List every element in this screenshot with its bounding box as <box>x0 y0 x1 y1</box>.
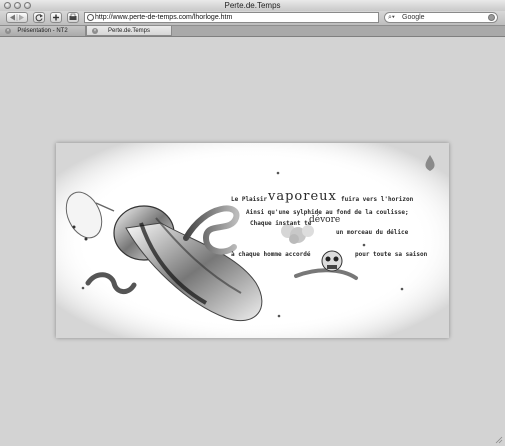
tab-label: Présentation - NT2 <box>17 28 68 34</box>
forward-arrow-icon <box>19 14 24 21</box>
browser-toolbar: http://www.perte-de-temps.com/lhorloge.h… <box>0 11 505 26</box>
back-forward-control <box>6 12 28 23</box>
reload-icon <box>35 14 43 22</box>
reload-button[interactable] <box>33 12 45 23</box>
printer-icon <box>69 13 77 20</box>
poem-line-1a: Le Plaisir <box>231 196 268 203</box>
search-placeholder: Google <box>402 14 425 21</box>
close-tab-icon[interactable]: × <box>92 28 98 34</box>
poem-word-devore: dévore <box>309 215 341 225</box>
site-favicon-icon <box>87 14 94 21</box>
print-button[interactable] <box>67 12 79 23</box>
back-arrow-icon[interactable] <box>7 13 27 22</box>
artwork-card: Le Plaisir vaporeux fuira vers l'horizon… <box>56 143 449 338</box>
page-viewport: Le Plaisir vaporeux fuira vers l'horizon… <box>0 37 505 446</box>
tab-label: Perte.de.Temps <box>107 28 151 34</box>
plus-icon <box>53 14 59 21</box>
poem-line-5b: pour toute sa saison <box>355 251 428 258</box>
tab-perte-de-temps[interactable]: × Perte.de.Temps <box>86 26 172 36</box>
resize-grip-icon[interactable] <box>495 436 503 444</box>
tab-bar: × Présentation - NT2 × Perte.de.Temps <box>0 26 505 37</box>
poem-line-5a: à chaque homme accordé <box>231 251 311 258</box>
url-field[interactable]: http://www.perte-de-temps.com/lhorloge.h… <box>84 12 379 23</box>
search-field[interactable]: ⌕▾ Google <box>384 12 498 23</box>
url-text: http://www.perte-de-temps.com/lhorloge.h… <box>95 14 233 21</box>
poem-word-vaporeux: vaporeux <box>268 189 337 204</box>
tab-presentation[interactable]: × Présentation - NT2 <box>0 26 86 36</box>
window-title: Perte.de.Temps <box>224 1 281 10</box>
poem-line-4: un morceau du délice <box>336 229 409 236</box>
add-bookmark-button[interactable] <box>50 12 62 23</box>
close-tab-icon[interactable]: × <box>5 28 11 34</box>
snapback-icon[interactable] <box>488 14 495 21</box>
artwork-illustration <box>56 143 449 338</box>
skull-image <box>321 250 343 272</box>
magnifier-icon[interactable]: ⌕▾ <box>388 14 395 22</box>
poem-line-1c: fuira vers l'horizon <box>341 196 414 203</box>
poem-line-3a: Chaque instant te <box>250 220 312 227</box>
